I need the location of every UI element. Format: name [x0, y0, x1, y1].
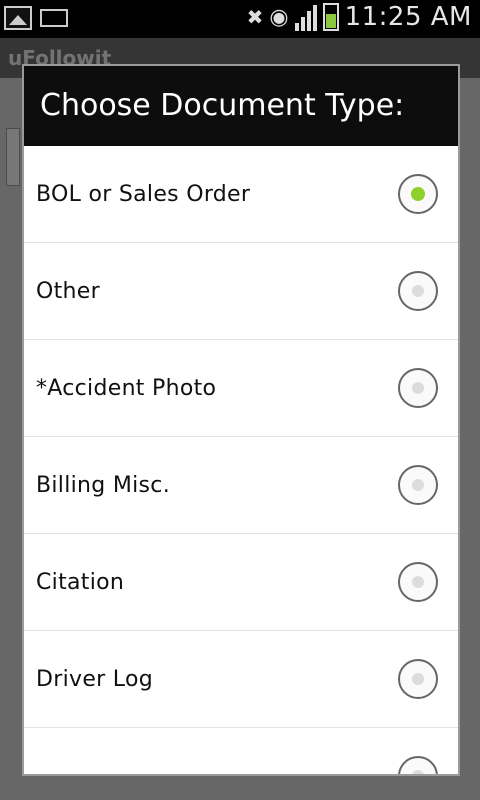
- option-label: *Accident Photo: [36, 375, 217, 401]
- dialog-title: Choose Document Type:: [24, 66, 458, 146]
- radio-button[interactable]: [398, 271, 438, 311]
- wifi-icon: ◉: [269, 4, 289, 30]
- battery-icon: [322, 3, 339, 31]
- option-other[interactable]: Other: [24, 243, 458, 340]
- option-label: Billing Misc.: [36, 472, 170, 498]
- signal-icon: [294, 3, 317, 31]
- option-driver-log[interactable]: Driver Log: [24, 631, 458, 728]
- radio-button[interactable]: [398, 756, 438, 774]
- radio-dot-icon: [412, 770, 424, 774]
- radio-button-selected[interactable]: [398, 174, 438, 214]
- option-accident-photo[interactable]: *Accident Photo: [24, 340, 458, 437]
- radio-button[interactable]: [398, 465, 438, 505]
- option-label: Citation: [36, 569, 125, 595]
- radio-button[interactable]: [398, 562, 438, 602]
- option-label: Other: [36, 278, 100, 304]
- status-time: 11:25 AM: [344, 2, 472, 32]
- radio-dot-icon: [412, 285, 424, 297]
- status-bar: ✖ ◉ 11:25 AM: [0, 0, 480, 38]
- image-icon: [4, 6, 32, 30]
- radio-dot-icon: [412, 576, 424, 588]
- document-type-list[interactable]: BOL or Sales Order Other *Accident Photo…: [24, 146, 458, 774]
- radio-dot-icon: [412, 382, 424, 394]
- option-citation[interactable]: Citation: [24, 534, 458, 631]
- option-label: BOL or Sales Order: [36, 181, 251, 207]
- radio-dot-icon: [412, 479, 424, 491]
- option-partial[interactable]: [24, 728, 458, 774]
- radio-button[interactable]: [398, 659, 438, 699]
- radio-dot-icon: [412, 673, 424, 685]
- document-type-dialog: Choose Document Type: BOL or Sales Order…: [22, 64, 460, 776]
- option-billing-misc[interactable]: Billing Misc.: [24, 437, 458, 534]
- option-label: Driver Log: [36, 666, 153, 692]
- radio-button[interactable]: [398, 368, 438, 408]
- mute-icon: ✖: [246, 5, 264, 29]
- option-bol-sales-order[interactable]: BOL or Sales Order: [24, 146, 458, 243]
- mail-sync-icon: [40, 9, 68, 27]
- radio-dot-icon: [411, 187, 425, 201]
